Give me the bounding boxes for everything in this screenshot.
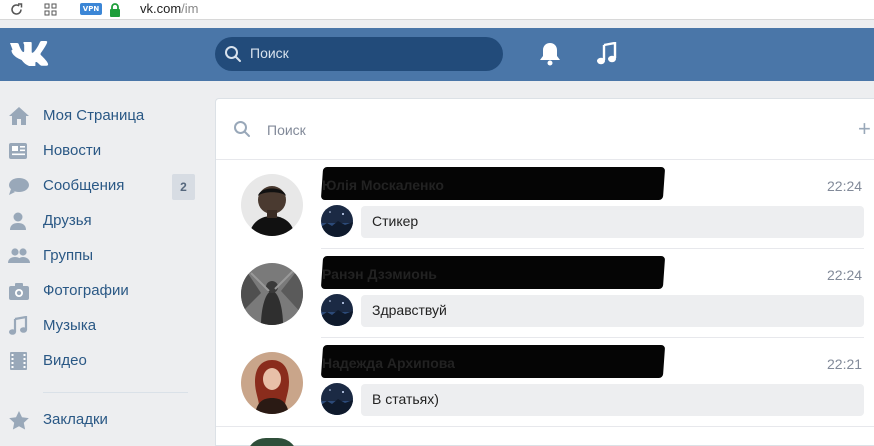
home-icon <box>8 106 30 126</box>
avatar[interactable] <box>241 174 303 236</box>
dialog-time: 22:24 <box>827 178 863 194</box>
dialog-name: Юлія Москаленко <box>322 177 444 193</box>
music-player-icon[interactable] <box>596 41 618 70</box>
sidebar-item-label: Группы <box>43 247 93 264</box>
message-text: В статьях) <box>372 391 439 407</box>
dialog-row[interactable]: Ранэн Дзэмионь 22:24 Здравствуй <box>216 249 874 338</box>
messages-count-badge: 2 <box>172 174 195 200</box>
dialog-name: Ранэн Дзэмионь <box>322 266 437 282</box>
sidebar-item-news[interactable]: Новости <box>0 136 200 166</box>
message-text: Здравствуй <box>372 302 447 318</box>
message-text: Стикер <box>372 213 419 229</box>
avatar[interactable] <box>241 263 303 325</box>
avatar[interactable] <box>241 352 303 414</box>
sidebar-item-label: Друзья <box>43 212 92 229</box>
sidebar-item-friends[interactable]: Друзья <box>0 206 200 236</box>
sidebar-item-label: Закладки <box>43 411 108 428</box>
star-icon <box>8 410 30 430</box>
sidebar-item-label: Новости <box>43 142 102 159</box>
sidebar-item-label: Фотографии <box>43 282 129 299</box>
dialog-row[interactable]: Надежда Архипова 22:21 В статьях) <box>216 338 874 427</box>
messages-icon <box>8 176 30 196</box>
sidebar-item-label: Музыка <box>43 317 97 334</box>
search-icon <box>224 45 242 67</box>
sidebar-item-groups[interactable]: Группы <box>0 241 200 271</box>
new-message-plus-icon[interactable]: + <box>858 118 871 140</box>
sidebar-item-photos[interactable]: Фотографии <box>0 276 200 306</box>
news-icon <box>8 141 30 161</box>
vk-logo[interactable] <box>9 40 51 67</box>
lock-icon <box>109 2 121 21</box>
last-message-preview: Стикер <box>361 206 864 238</box>
dialog-separator <box>216 426 874 427</box>
url-path: /im <box>181 1 199 16</box>
header-search-placeholder: Поиск <box>250 45 289 61</box>
groups-icon <box>8 246 30 266</box>
music-icon <box>8 315 30 336</box>
reload-icon[interactable] <box>6 0 26 19</box>
camera-icon <box>8 281 30 301</box>
url-field[interactable]: vk.com/im <box>140 1 199 16</box>
dialog-time: 22:24 <box>827 267 863 283</box>
dialogs-panel: Поиск + Юлія Москаленко 22:24 Стикер Ран… <box>215 98 874 446</box>
my-avatar <box>321 205 353 237</box>
browser-address-bar: VPN vk.com/im <box>0 0 874 20</box>
top-header: Поиск <box>0 28 874 81</box>
grid-icon[interactable] <box>40 0 60 19</box>
friend-icon <box>8 211 30 231</box>
last-message-preview: Здравствуй <box>361 295 864 327</box>
dialog-time: 22:21 <box>827 356 863 372</box>
sidebar-item-my-page[interactable]: Моя Страница <box>0 101 200 131</box>
sidebar-item-video[interactable]: Видео <box>0 346 200 376</box>
sidebar-item-label: Видео <box>43 352 87 369</box>
header-search-input[interactable]: Поиск <box>215 37 503 71</box>
url-host: vk.com <box>140 1 182 16</box>
sidebar-item-bookmarks[interactable]: Закладки <box>0 405 200 435</box>
avatar[interactable] <box>246 438 298 446</box>
sidebar-item-label: Моя Страница <box>43 107 145 124</box>
my-avatar <box>321 294 353 326</box>
sidebar-divider <box>43 392 188 393</box>
search-icon <box>233 120 251 142</box>
dialog-row[interactable]: Юлія Москаленко 22:24 Стикер <box>216 160 874 249</box>
dialogs-search-input[interactable]: Поиск + <box>216 99 874 160</box>
sidebar-item-messages[interactable]: Сообщения 2 <box>0 171 200 201</box>
dialog-name: Надежда Архипова <box>322 355 455 371</box>
my-avatar <box>321 383 353 415</box>
sidebar-item-label: Сообщения <box>43 177 125 194</box>
vpn-badge[interactable]: VPN <box>80 3 102 15</box>
sidebar-item-music[interactable]: Музыка <box>0 311 200 341</box>
dialogs-search-placeholder: Поиск <box>267 122 306 138</box>
video-icon <box>8 351 30 371</box>
bell-icon[interactable] <box>538 41 562 71</box>
last-message-preview: В статьях) <box>361 384 864 416</box>
